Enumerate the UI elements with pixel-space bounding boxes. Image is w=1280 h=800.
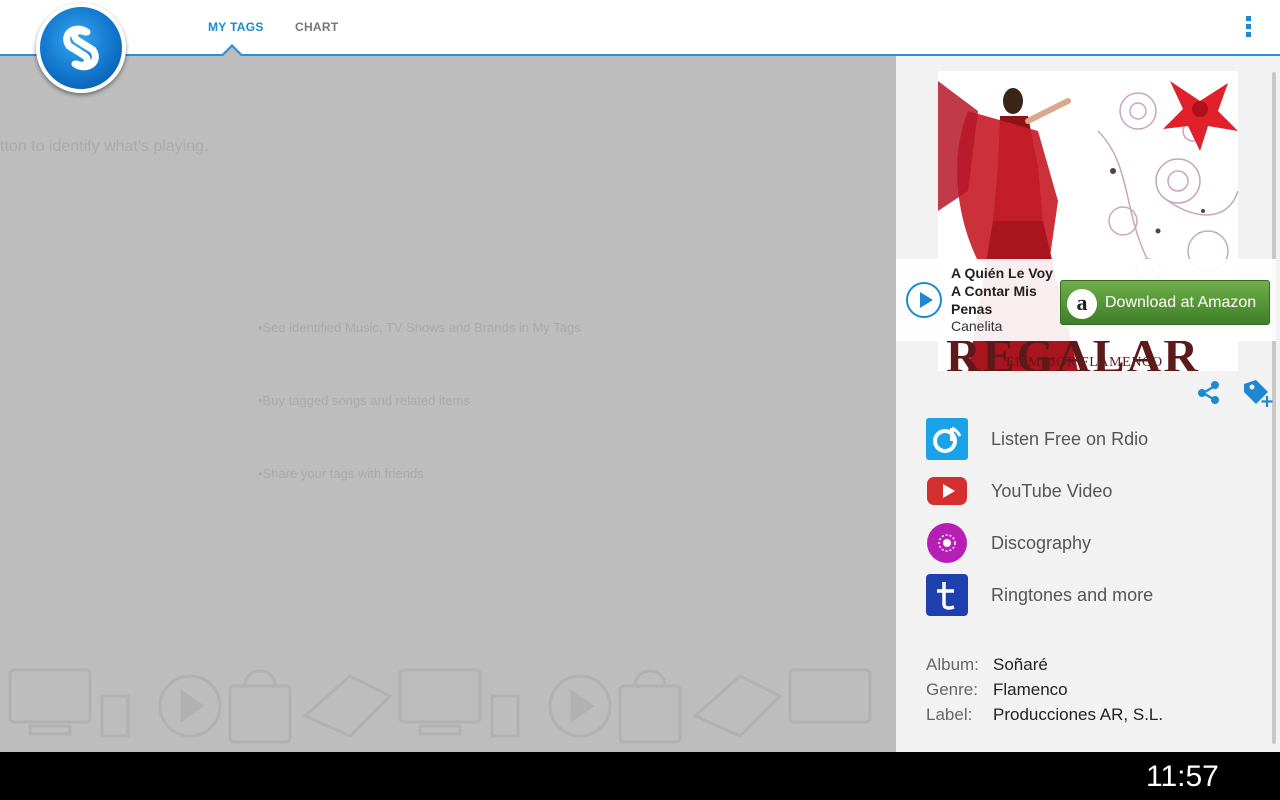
genre-key: Genre: [926, 680, 978, 699]
label-value: Producciones AR, S.L. [993, 705, 1164, 724]
youtube-video-row[interactable]: YouTube Video [926, 470, 1266, 512]
track-title-line: Penas [951, 301, 993, 317]
shazam-logo[interactable] [36, 3, 126, 93]
discography-row[interactable]: Discography [926, 522, 1266, 564]
album-cover-subtitle: EL MEJOR FLAMENCO [1006, 355, 1163, 370]
my-tags-content: tton to identify what's playing. •See id… [0, 56, 896, 752]
track-title: A Quién Le Voy A Contar Mis Penas [951, 264, 1061, 318]
feature-bullet: •Buy tagged songs and related items [258, 393, 470, 408]
overflow-menu-icon[interactable] [1238, 14, 1258, 42]
feature-bullet: •Share your tags with friends [258, 466, 424, 481]
add-tag-icon[interactable] [1242, 378, 1274, 408]
label-key: Label: [926, 705, 973, 724]
amazon-icon: a [1067, 289, 1097, 319]
track-artist: Canelita [951, 318, 1003, 334]
listen-rdio-row[interactable]: Listen Free on Rdio [926, 418, 1266, 460]
feature-bullet: •See identified Music, TV Shows and Bran… [258, 320, 581, 335]
download-amazon-button[interactable]: a Download at Amazon [1060, 280, 1270, 325]
track-title-line: A Contar Mis [951, 283, 1037, 299]
panel-scrollbar[interactable] [1272, 72, 1276, 744]
tab-chart[interactable]: CHART [295, 20, 339, 34]
rdio-icon [926, 418, 968, 460]
active-tab-indicator [221, 44, 243, 56]
ringtones-label: Ringtones and more [991, 585, 1154, 605]
label-row: Label: Producciones AR, S.L. [926, 705, 1163, 725]
share-icon[interactable] [1196, 380, 1222, 406]
play-preview-button[interactable] [906, 282, 942, 318]
action-bar: MY TAGS CHART [0, 0, 1280, 56]
system-bar [0, 752, 1280, 800]
genre-value: Flamenco [993, 680, 1068, 699]
discography-label: Discography [991, 533, 1092, 553]
decorative-media-icons [8, 668, 872, 744]
album-row: Album: Soñaré [926, 655, 1048, 675]
download-amazon-label: Download at Amazon [1105, 294, 1257, 311]
tab-my-tags[interactable]: MY TAGS [208, 20, 264, 34]
album-value: Soñaré [993, 655, 1048, 674]
discography-icon [927, 523, 967, 563]
album-key: Album: [926, 655, 979, 674]
genre-row: Genre: Flamenco [926, 680, 1068, 700]
ringtones-icon [926, 574, 968, 616]
clock: 11:57 [1146, 760, 1219, 793]
identify-hint: tton to identify what's playing. [0, 138, 209, 155]
track-title-line: A Quién Le Voy [951, 265, 1053, 281]
ringtones-row[interactable]: Ringtones and more [926, 574, 1266, 616]
youtube-video-label: YouTube Video [991, 481, 1113, 501]
youtube-icon [927, 477, 967, 505]
listen-rdio-label: Listen Free on Rdio [991, 429, 1149, 449]
